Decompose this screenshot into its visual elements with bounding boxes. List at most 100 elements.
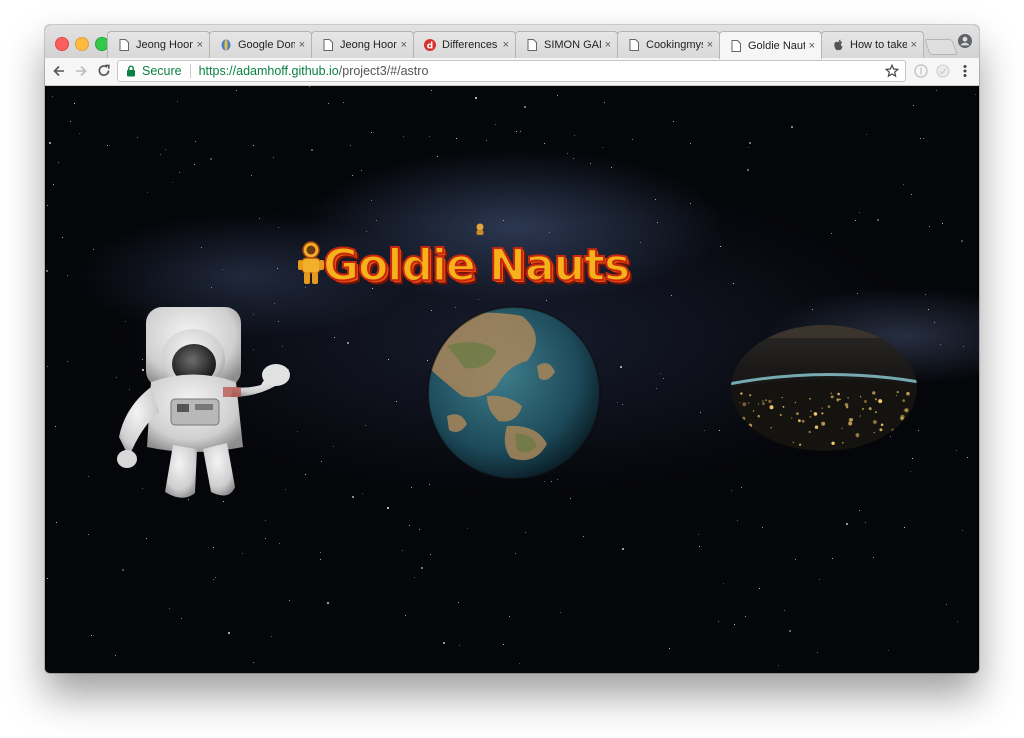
- star: [320, 552, 321, 553]
- city-light: [863, 399, 868, 404]
- star: [210, 158, 212, 160]
- close-tab-icon[interactable]: ×: [707, 39, 713, 51]
- close-tab-icon[interactable]: ×: [911, 39, 917, 51]
- close-window-button[interactable]: [55, 37, 69, 51]
- star: [749, 142, 751, 144]
- tab-title: Google Dom: [238, 39, 295, 51]
- address-bar[interactable]: Secure https://adamhoff.github.io/projec…: [117, 60, 906, 82]
- star: [622, 404, 623, 405]
- city-light: [875, 411, 877, 413]
- star: [551, 481, 552, 482]
- star: [911, 194, 912, 195]
- close-tab-icon[interactable]: ×: [401, 39, 407, 51]
- logo-astronaut-icon: [298, 241, 324, 284]
- close-tab-icon[interactable]: ×: [605, 39, 611, 51]
- menu-kebab-icon[interactable]: [957, 63, 973, 79]
- star: [371, 132, 372, 133]
- city-light: [739, 402, 741, 404]
- star: [160, 154, 161, 155]
- star: [846, 523, 848, 525]
- star: [58, 162, 59, 163]
- star: [719, 430, 720, 431]
- extension-icon-2[interactable]: [935, 63, 951, 79]
- star: [122, 569, 124, 571]
- city-light: [792, 441, 795, 444]
- minimize-window-button[interactable]: [75, 37, 89, 51]
- star: [888, 650, 889, 651]
- close-tab-icon[interactable]: ×: [809, 40, 815, 52]
- tab-jeong-hoon-1[interactable]: Jeong Hoon ×: [107, 31, 210, 58]
- close-tab-icon[interactable]: ×: [299, 39, 305, 51]
- tab-how-to-take[interactable]: How to take ×: [821, 31, 924, 58]
- tab-differences[interactable]: d Differences b ×: [413, 31, 516, 58]
- tab-jeong-hoon-2[interactable]: Jeong Hoon ×: [311, 31, 414, 58]
- back-button[interactable]: [51, 63, 67, 79]
- city-light: [861, 407, 865, 410]
- city-light: [874, 398, 877, 401]
- star: [737, 520, 738, 521]
- city-light: [750, 432, 754, 436]
- star: [396, 401, 397, 402]
- city-light: [896, 390, 899, 394]
- forward-button[interactable]: [73, 63, 89, 79]
- city-light: [809, 397, 811, 400]
- star: [486, 140, 487, 141]
- tab-cookingmyself[interactable]: Cookingmyse ×: [617, 31, 720, 58]
- city-light: [873, 420, 877, 424]
- star: [169, 608, 170, 609]
- star: [723, 583, 724, 584]
- star: [88, 476, 89, 477]
- bookmark-star-icon[interactable]: [885, 64, 899, 78]
- star: [789, 630, 791, 632]
- earth-globe-image: [427, 306, 601, 480]
- star: [859, 510, 860, 511]
- star: [437, 156, 438, 157]
- star: [956, 450, 957, 451]
- city-light: [859, 415, 862, 417]
- star: [91, 635, 92, 636]
- star: [305, 474, 306, 475]
- star: [519, 663, 520, 664]
- star: [56, 522, 57, 523]
- star: [957, 621, 958, 622]
- small-astronaut-icon: [476, 223, 484, 235]
- reload-icon: [98, 64, 110, 76]
- star: [405, 615, 406, 616]
- city-light: [842, 442, 844, 444]
- star: [430, 554, 431, 555]
- star: [877, 219, 879, 221]
- star: [934, 322, 935, 323]
- extension-icon[interactable]: [913, 63, 929, 79]
- star: [602, 147, 603, 148]
- new-tab-button[interactable]: [924, 39, 958, 55]
- city-light: [758, 441, 762, 445]
- star: [402, 550, 403, 551]
- close-tab-icon[interactable]: ×: [197, 39, 203, 51]
- tab-google-domains[interactable]: Google Dom ×: [209, 31, 312, 58]
- star: [520, 131, 521, 132]
- star: [748, 147, 749, 148]
- site-logo[interactable]: Goldie Nauts: [45, 223, 979, 296]
- star: [560, 612, 561, 613]
- star: [456, 138, 457, 139]
- city-light: [906, 442, 909, 445]
- star: [913, 105, 914, 106]
- tab-goldie-nauts[interactable]: Goldie Nauts ×: [719, 31, 822, 59]
- city-light: [873, 431, 875, 434]
- star: [352, 496, 354, 498]
- city-light: [905, 426, 908, 430]
- lock-icon: [127, 65, 135, 77]
- star: [762, 527, 763, 528]
- logo-text: Goldie Nauts: [322, 239, 631, 292]
- star: [195, 141, 196, 142]
- star: [669, 648, 670, 649]
- star: [352, 175, 353, 176]
- star: [795, 559, 796, 560]
- city-light: [884, 435, 886, 437]
- close-tab-icon[interactable]: ×: [503, 39, 509, 51]
- google-domains-icon: [220, 39, 232, 51]
- profile-icon[interactable]: [958, 34, 972, 48]
- tab-simon-game[interactable]: SIMON GAM ×: [515, 31, 618, 58]
- reload-button[interactable]: [96, 63, 112, 79]
- star: [549, 232, 550, 233]
